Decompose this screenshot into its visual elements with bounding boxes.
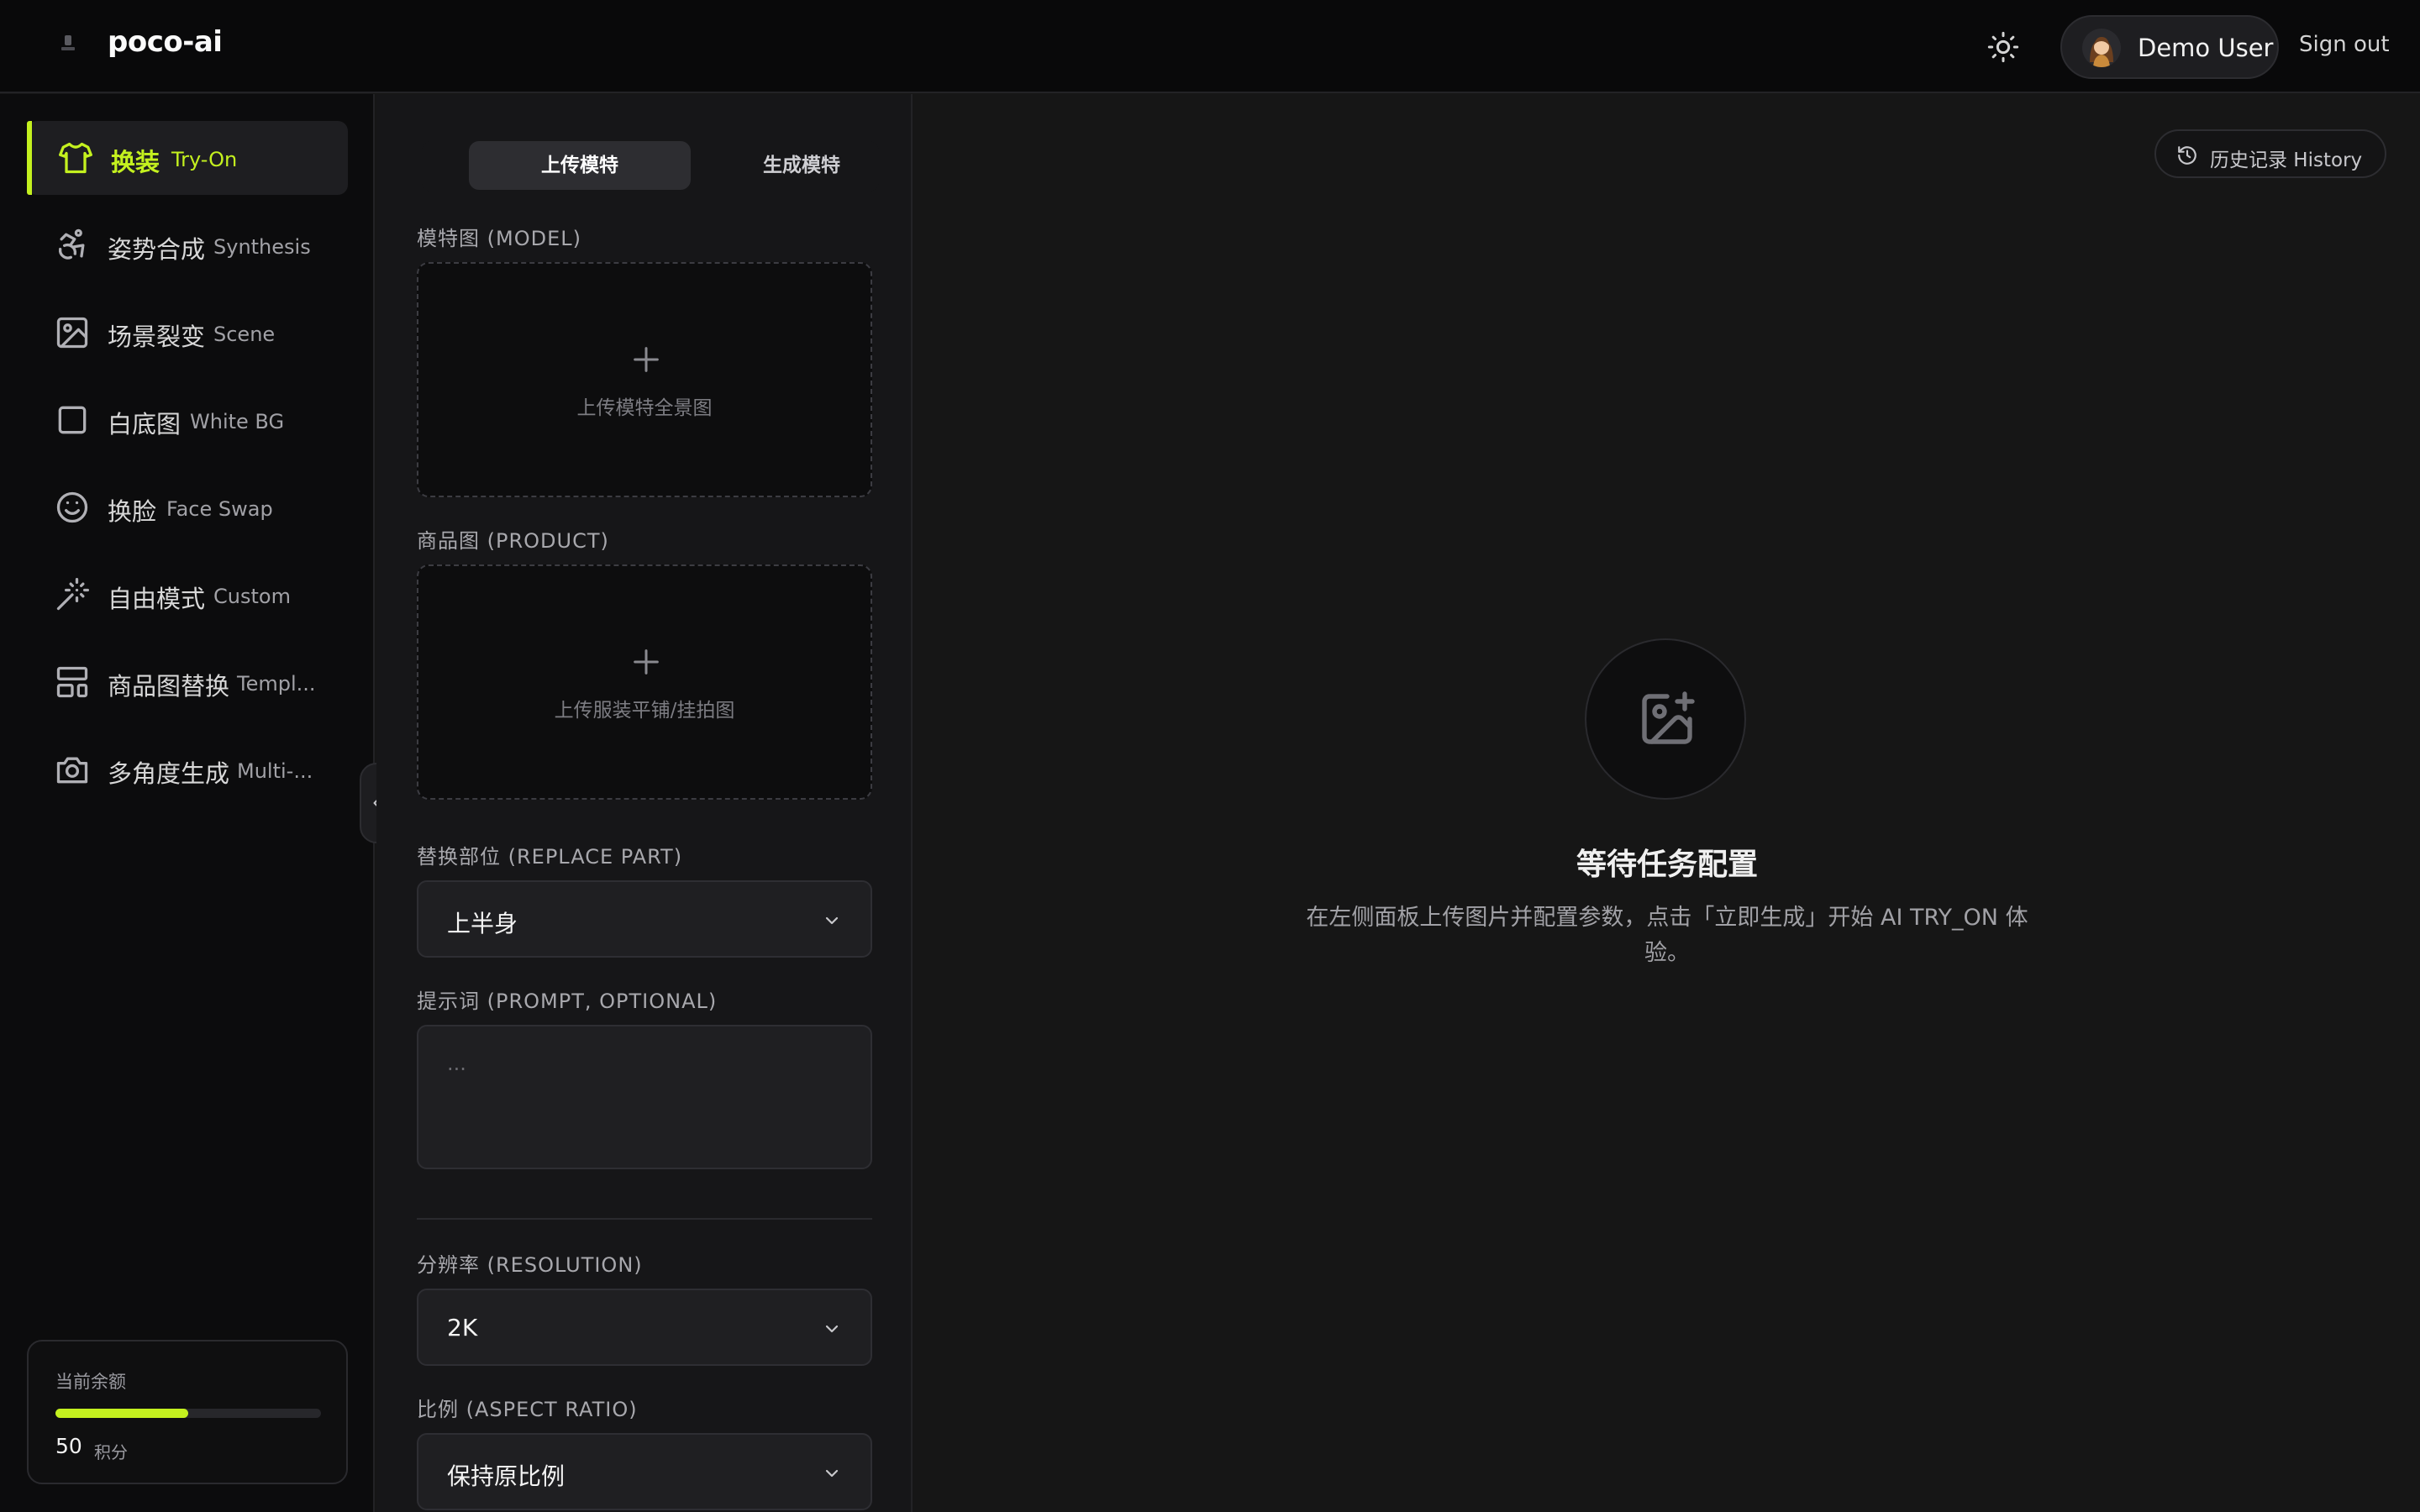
sidebar-item-sublabel: White BG — [190, 410, 285, 433]
square-icon — [58, 406, 87, 434]
sidebar-item-label: 姿势合成 — [108, 235, 206, 264]
sidebar-item-multi-angle[interactable]: 多角度生成 Multi-... — [27, 732, 348, 806]
image-icon — [56, 317, 88, 349]
sidebar-item-sublabel: Templ... — [237, 672, 316, 696]
empty-state-title: 等待任务配置 — [1576, 848, 1758, 882]
aspect-ratio-label: 比例 (ASPECT RATIO) — [417, 1398, 638, 1421]
sidebar-item-sublabel: Scene — [213, 323, 276, 346]
history-icon — [2178, 146, 2196, 165]
sidebar-item-label: 换装 — [111, 148, 160, 176]
chevron-down-icon — [825, 1325, 839, 1333]
theme-toggle-button[interactable] — [1983, 29, 2023, 66]
prompt-label: 提示词 (PROMPT, OPTIONAL) — [417, 990, 718, 1013]
sidebar-item-label: 多角度生成 — [108, 759, 230, 788]
sidebar-item-try-on[interactable]: 换装 Try-On — [27, 121, 348, 195]
sidebar-item-sublabel: Try-On — [171, 148, 238, 171]
tab-upload-model[interactable]: 上传模特 — [469, 141, 691, 190]
sidebar-item-white-bg[interactable]: 白底图 White BG — [27, 383, 348, 457]
logo-icon — [61, 35, 75, 50]
prompt-textarea[interactable]: ... — [417, 1025, 872, 1169]
resolution-value: 2K — [447, 1314, 478, 1341]
magic-wand-icon — [56, 578, 89, 611]
model-mode-tabs: 上传模特 生成模特 — [422, 141, 879, 192]
sidebar-item-sublabel: Multi-... — [237, 759, 313, 783]
sidebar-item-sublabel: Custom — [213, 585, 291, 608]
product-upload-hint: 上传服装平铺/挂拍图 — [554, 700, 735, 722]
sun-icon — [1987, 31, 2019, 63]
model-upload-dropzone[interactable]: 上传模特全景图 — [417, 262, 872, 497]
sidebar-item-synthesis[interactable]: 姿势合成 Synthesis — [27, 208, 348, 282]
sidebar-item-sublabel: Face Swap — [166, 497, 273, 521]
chevron-down-icon — [825, 1469, 839, 1478]
balance-label: 当前余额 — [55, 1372, 126, 1392]
model-label: 模特图 (MODEL) — [417, 227, 581, 250]
empty-state-description: 在左侧面板上传图片并配置参数，点击「立即生成」开始 AI TRY_ON 体验。 — [1306, 905, 2028, 966]
layout-icon — [56, 666, 88, 698]
balance-unit: 积分 — [94, 1442, 128, 1462]
empty-state-badge — [1585, 638, 1746, 800]
tshirt-icon — [59, 142, 92, 174]
divider — [417, 1218, 872, 1220]
sidebar-item-sublabel: Synthesis — [213, 235, 311, 259]
sidebar: 换装 Try-On 姿势合成 Synthesis 场景裂变 Scene 白底图 … — [0, 94, 375, 1512]
resolution-label: 分辨率 (RESOLUTION) — [417, 1253, 643, 1277]
sidebar-item-label: 商品图替换 — [108, 672, 230, 701]
tab-generate-model[interactable]: 生成模特 — [691, 141, 913, 190]
sidebar-item-custom[interactable]: 自由模式 Custom — [27, 558, 348, 632]
accessibility-icon — [59, 228, 85, 260]
sidebar-item-label: 白底图 — [108, 410, 182, 438]
balance-progress-fill — [55, 1409, 188, 1418]
user-menu-button[interactable]: Demo User — [2060, 15, 2279, 79]
replace-part-label: 替换部位 (REPLACE PART) — [417, 845, 683, 869]
balance-card: 当前余额 50 积分 — [27, 1340, 348, 1484]
sidebar-item-label: 场景裂变 — [108, 323, 206, 351]
plus-icon — [634, 347, 659, 372]
sidebar-item-scene[interactable]: 场景裂变 Scene — [27, 296, 348, 370]
replace-part-value: 上半身 — [447, 910, 518, 937]
product-label: 商品图 (PRODUCT) — [417, 529, 609, 553]
model-upload-hint: 上传模特全景图 — [576, 397, 713, 419]
balance-value: 50 — [55, 1434, 82, 1458]
balance-progress-bar — [55, 1409, 321, 1418]
history-button[interactable]: 历史记录 History — [2154, 129, 2386, 178]
main-preview-area: 历史记录 History 等待任务配置 在左侧面板上传图片并配置参数，点击「立即… — [914, 94, 2420, 1512]
prompt-placeholder: ... — [447, 1052, 466, 1075]
camera-icon — [56, 757, 88, 784]
sign-out-link[interactable]: Sign out — [2299, 32, 2390, 57]
chevron-down-icon — [825, 916, 839, 925]
app-logo-text[interactable]: poco-ai — [108, 25, 223, 59]
avatar — [2082, 29, 2121, 67]
aspect-ratio-select[interactable]: 保持原比例 — [417, 1433, 872, 1510]
sidebar-item-face-swap[interactable]: 换脸 Face Swap — [27, 470, 348, 544]
image-plus-icon — [1642, 691, 1695, 744]
top-header: poco-ai Demo User Sign out — [0, 0, 2420, 93]
sidebar-item-label: 自由模式 — [108, 585, 206, 613]
plus-icon — [634, 649, 659, 675]
resolution-select[interactable]: 2K — [417, 1289, 872, 1366]
history-label: 历史记录 History — [2210, 150, 2363, 171]
product-upload-dropzone[interactable]: 上传服装平铺/挂拍图 — [417, 564, 872, 800]
user-name: Demo User — [2138, 34, 2274, 62]
smile-icon — [56, 491, 88, 523]
config-panel: 上传模特 生成模特 模特图 (MODEL) 上传模特全景图 商品图 (PRODU… — [376, 94, 913, 1512]
sidebar-item-template[interactable]: 商品图替换 Templ... — [27, 645, 348, 719]
replace-part-select[interactable]: 上半身 — [417, 880, 872, 958]
sidebar-item-label: 换脸 — [108, 497, 157, 526]
aspect-ratio-value: 保持原比例 — [447, 1462, 566, 1490]
